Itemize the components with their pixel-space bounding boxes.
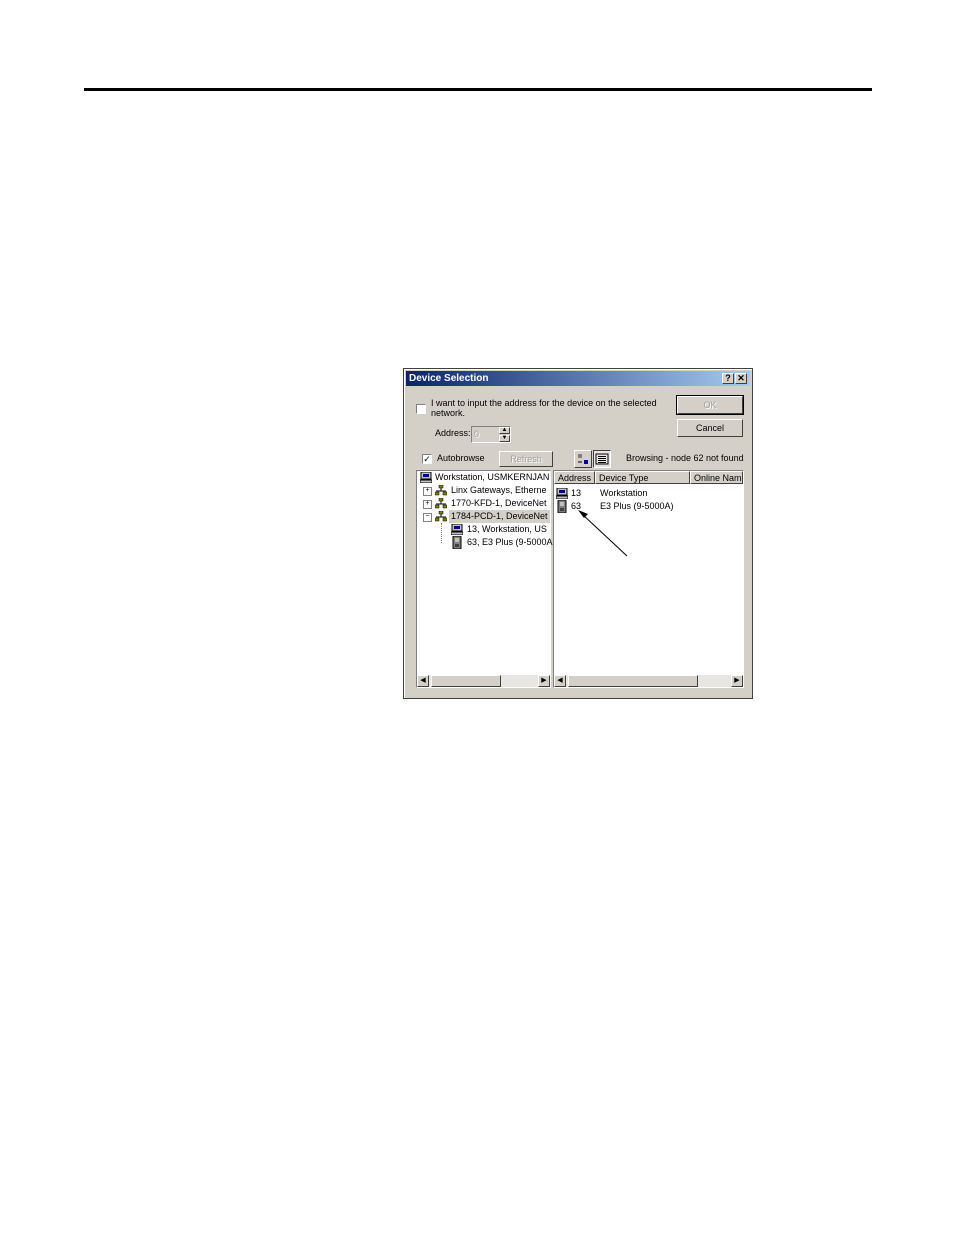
column-header-online-name[interactable]: Online Nam (690, 471, 743, 484)
ok-button[interactable]: OK (676, 395, 744, 415)
help-button[interactable]: ? (722, 373, 734, 384)
address-value: 0 (474, 429, 480, 439)
manual-address-label-line1: I want to input the address for the devi… (431, 398, 657, 408)
device-list[interactable]: Address Device Type Online Nam 13 Workst… (553, 470, 744, 688)
computer-icon (451, 524, 463, 535)
column-header-address[interactable]: Address (554, 471, 595, 484)
network-icon (435, 511, 447, 522)
device-icon (452, 536, 462, 549)
dialog-title: Device Selection (409, 373, 489, 384)
refresh-button[interactable]: Refresh (499, 451, 553, 467)
device-icon (557, 500, 567, 513)
address-input[interactable]: 0 ▲ ▼ (471, 426, 511, 443)
manual-address-checkbox[interactable] (416, 404, 426, 414)
network-tree[interactable]: Workstation, USMKERNJAN + Linx Gateways,… (416, 470, 553, 688)
browse-status: Browsing - node 62 not found (626, 453, 744, 463)
device-selection-dialog: Device Selection ? ✕ I want to input the… (403, 368, 753, 699)
network-icon (435, 498, 447, 509)
close-button[interactable]: ✕ (735, 373, 747, 384)
table-row[interactable]: 13 Workstation (554, 487, 743, 500)
collapse-icon[interactable]: − (423, 513, 432, 522)
expand-icon[interactable]: + (423, 487, 432, 496)
scroll-left-button[interactable]: ◀ (417, 675, 429, 687)
scroll-thumb[interactable] (568, 675, 698, 687)
scroll-right-button[interactable]: ▶ (731, 675, 743, 687)
expand-icon[interactable]: + (423, 500, 432, 509)
row-device-type: E3 Plus (9-5000A) (600, 501, 674, 511)
details-list-icon (595, 453, 609, 465)
autobrowse-checkbox[interactable]: ✓ (422, 454, 432, 464)
page-header-rule (84, 88, 872, 91)
computer-icon (556, 488, 568, 499)
large-icons-icon (578, 454, 588, 464)
tree-horizontal-scrollbar[interactable]: ◀ ▶ (417, 675, 550, 687)
computer-icon (420, 472, 432, 483)
cancel-button[interactable]: Cancel (677, 419, 743, 437)
scroll-left-button[interactable]: ◀ (554, 675, 566, 687)
address-spin-down[interactable]: ▼ (499, 435, 510, 442)
title-bar: Device Selection ? ✕ (406, 371, 750, 386)
row-address: 13 (571, 488, 582, 498)
list-horizontal-scrollbar[interactable]: ◀ ▶ (554, 675, 743, 687)
autobrowse-label: Autobrowse (437, 453, 485, 463)
scroll-right-button[interactable]: ▶ (538, 675, 550, 687)
row-address: 63 (571, 501, 582, 511)
row-device-type: Workstation (600, 488, 648, 498)
details-view-button[interactable] (593, 450, 611, 468)
large-icons-view-button[interactable] (574, 450, 592, 468)
scroll-thumb[interactable] (431, 675, 501, 687)
tree-connector (441, 523, 443, 543)
manual-address-label-line2: network. (431, 408, 466, 418)
address-spin-up[interactable]: ▲ (499, 427, 510, 434)
address-label: Address: (435, 428, 471, 438)
table-row[interactable]: 63 E3 Plus (9-5000A) (554, 500, 743, 513)
column-header-device-type[interactable]: Device Type (595, 471, 690, 484)
network-icon (435, 485, 447, 496)
